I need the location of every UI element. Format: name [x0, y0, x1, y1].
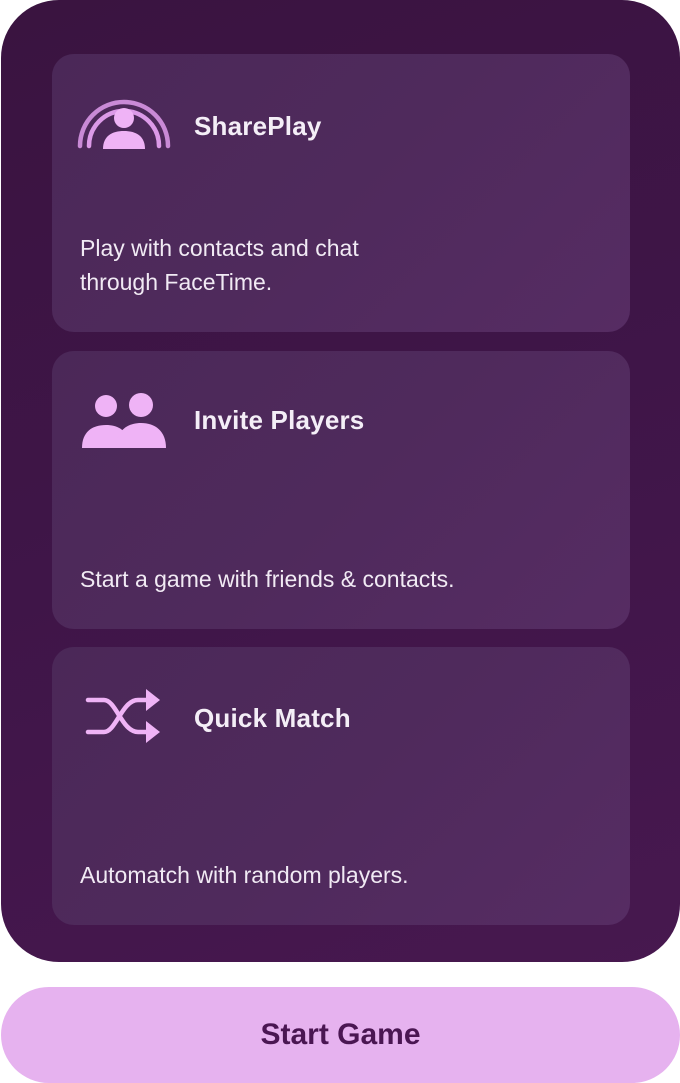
game-options-panel: SharePlay Play with contacts and chat th… — [1, 0, 680, 962]
option-description: Play with contacts and chat through Face… — [80, 235, 359, 295]
shuffle-icon — [85, 689, 160, 743]
two-people-icon — [82, 393, 166, 448]
shareplay-icon — [77, 99, 171, 149]
option-title: SharePlay — [194, 111, 322, 141]
option-card-invite-players[interactable]: Invite Players Start a game with friends… — [52, 351, 630, 629]
option-description: Start a game with friends & contacts. — [80, 566, 455, 592]
option-card-quick-match[interactable]: Quick Match Automatch with random player… — [52, 647, 630, 925]
option-title: Invite Players — [194, 405, 365, 435]
option-description: Automatch with random players. — [80, 862, 409, 888]
option-title: Quick Match — [194, 703, 351, 733]
start-game-button[interactable]: Start Game — [1, 987, 680, 1083]
option-card-shareplay[interactable]: SharePlay Play with contacts and chat th… — [52, 54, 630, 332]
